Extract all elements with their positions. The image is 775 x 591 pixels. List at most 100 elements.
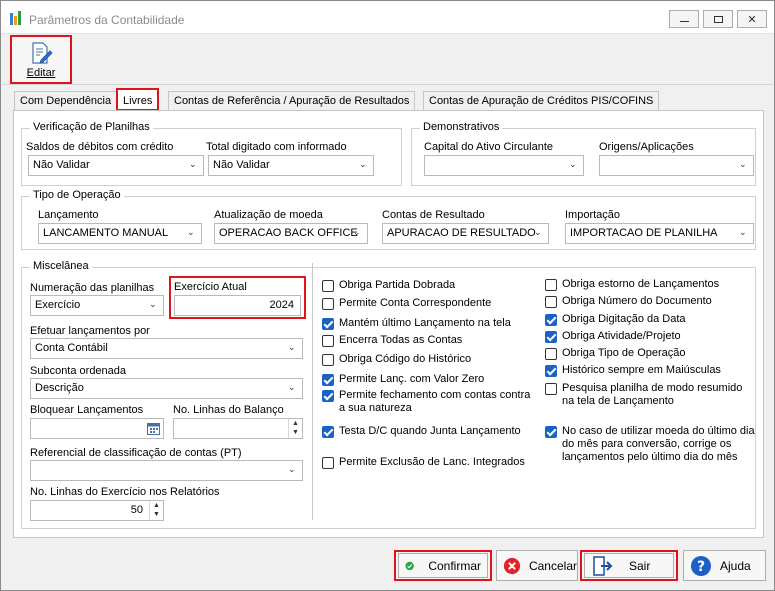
checkbox-icon[interactable] bbox=[545, 296, 557, 308]
chevron-down-icon: ⌄ bbox=[353, 227, 361, 237]
check-obriga-estorno[interactable]: Obriga estorno de Lançamentos bbox=[545, 278, 755, 291]
origens-select[interactable]: ⌄ bbox=[599, 155, 754, 176]
contas-resultado-select[interactable]: APURACAO DE RESULTADO ⌄ bbox=[382, 223, 549, 244]
title-bar: Parâmetros da Contabilidade ✕ bbox=[1, 1, 774, 34]
linhas-exercicio-spinner[interactable]: ▲ ▼ bbox=[149, 501, 163, 520]
checkbox-icon[interactable] bbox=[322, 457, 334, 469]
bloquear-date-input[interactable] bbox=[30, 418, 164, 439]
linhas-exercicio-input[interactable]: 50 ▲ ▼ bbox=[30, 500, 164, 521]
exercicio-label: Exercício Atual bbox=[174, 281, 247, 293]
checkbox-icon[interactable] bbox=[545, 279, 557, 291]
confirmar-button[interactable]: Confirmar bbox=[394, 550, 492, 581]
chevron-down-icon: ⌄ bbox=[739, 227, 747, 237]
subconta-select[interactable]: Descrição ⌄ bbox=[30, 378, 303, 399]
saldos-label: Saldos de débitos com crédito bbox=[26, 141, 174, 153]
checkbox-icon[interactable] bbox=[322, 354, 334, 366]
atualizacao-value: OPERACAO BACK OFFICE bbox=[219, 227, 358, 239]
minimize-icon bbox=[679, 20, 689, 22]
spin-down-icon[interactable]: ▼ bbox=[150, 510, 163, 519]
checkbox-icon[interactable] bbox=[545, 365, 557, 377]
numeracao-select[interactable]: Exercício ⌄ bbox=[30, 295, 164, 316]
check-moeda-ultimo-dia[interactable]: No caso de utilizar moeda do último dia … bbox=[545, 425, 755, 464]
checkbox-icon[interactable] bbox=[322, 426, 334, 438]
checkbox-icon[interactable] bbox=[545, 383, 557, 395]
lancamento-value: LANCAMENTO MANUAL bbox=[43, 227, 169, 239]
atualizacao-select[interactable]: OPERACAO BACK OFFICE ⌄ bbox=[214, 223, 368, 244]
group-verificacao: Verificação de Planilhas Saldos de débit… bbox=[21, 121, 402, 186]
saldos-select[interactable]: Não Validar ⌄ bbox=[28, 155, 204, 176]
ajuda-button[interactable]: ? Ajuda bbox=[683, 550, 766, 581]
check-obriga-codigo-historico[interactable]: Obriga Código do Histórico bbox=[322, 353, 542, 366]
checkbox-icon[interactable] bbox=[545, 426, 557, 438]
calendar-icon[interactable] bbox=[147, 422, 160, 435]
check-testa-dc[interactable]: Testa D/C quando Junta Lançamento bbox=[322, 425, 542, 438]
confirmar-label: Confirmar bbox=[428, 558, 481, 573]
checkbox-icon[interactable] bbox=[545, 331, 557, 343]
contas-resultado-label: Contas de Resultado bbox=[382, 209, 485, 221]
chevron-down-icon: ⌄ bbox=[569, 159, 577, 169]
tab-panel-livres: Verificação de Planilhas Saldos de débit… bbox=[13, 110, 764, 538]
checkbox-icon[interactable] bbox=[545, 348, 557, 360]
referencial-select[interactable]: ⌄ bbox=[30, 460, 303, 481]
group-title-tipo-operacao: Tipo de Operação bbox=[30, 189, 124, 201]
checkbox-icon[interactable] bbox=[322, 374, 334, 386]
check-permite-lanc-valor-zero[interactable]: Permite Lanç. com Valor Zero bbox=[322, 373, 542, 386]
lancamento-select[interactable]: LANCAMENTO MANUAL ⌄ bbox=[38, 223, 202, 244]
checkbox-icon[interactable] bbox=[322, 280, 334, 292]
check-permite-fechamento-contra-natureza[interactable]: Permite fechamento com contas contra a s… bbox=[322, 389, 538, 415]
capital-select[interactable]: ⌄ bbox=[424, 155, 584, 176]
linhas-balanco-input[interactable]: ▲ ▼ bbox=[173, 418, 303, 439]
importacao-value: IMPORTACAO DE PLANILHA bbox=[570, 227, 718, 239]
check-obriga-tipo-operacao[interactable]: Obriga Tipo de Operação bbox=[545, 347, 755, 360]
exercicio-input[interactable]: 2024 bbox=[174, 295, 301, 316]
chevron-down-icon: ⌄ bbox=[288, 342, 296, 352]
efetuar-select[interactable]: Conta Contábil ⌄ bbox=[30, 338, 303, 359]
cancelar-label: Cancelar bbox=[528, 558, 577, 573]
cancelar-button[interactable]: Cancelar bbox=[496, 550, 578, 581]
group-title-demonstrativos: Demonstrativos bbox=[420, 121, 503, 133]
efetuar-label: Efetuar lançamentos por bbox=[30, 325, 150, 337]
referencial-label: Referencial de classificação de contas (… bbox=[30, 447, 242, 459]
checkbox-icon[interactable] bbox=[322, 390, 334, 402]
spin-up-icon[interactable]: ▲ bbox=[150, 501, 163, 510]
numeracao-label: Numeração das planilhas bbox=[30, 282, 155, 294]
tab-contas-apuracao-pis-cofins[interactable]: Contas de Apuração de Créditos PIS/COFIN… bbox=[423, 91, 660, 111]
minimize-button[interactable] bbox=[669, 10, 699, 28]
check-obriga-digitacao-data[interactable]: Obriga Digitação da Data bbox=[545, 313, 755, 326]
tab-contas-referencia[interactable]: Contas de Referência / Apuração de Resul… bbox=[168, 91, 416, 111]
chevron-down-icon: ⌄ bbox=[288, 382, 296, 392]
spin-down-icon[interactable]: ▼ bbox=[289, 428, 302, 437]
total-select[interactable]: Não Validar ⌄ bbox=[208, 155, 374, 176]
sair-button[interactable]: Sair bbox=[580, 550, 678, 581]
group-tipo-operacao: Tipo de Operação Lançamento LANCAMENTO M… bbox=[21, 189, 756, 250]
checkbox-icon[interactable] bbox=[322, 318, 334, 330]
chevron-down-icon: ⌄ bbox=[739, 159, 747, 169]
checkbox-icon[interactable] bbox=[545, 314, 557, 326]
check-obriga-atividade-projeto[interactable]: Obriga Atividade/Projeto bbox=[545, 330, 755, 343]
restore-button[interactable] bbox=[703, 10, 733, 28]
spin-up-icon[interactable]: ▲ bbox=[289, 419, 302, 428]
ajuda-label: Ajuda bbox=[720, 558, 751, 573]
check-historico-maiusculas[interactable]: Histórico sempre em Maiúsculas bbox=[545, 364, 755, 377]
checkbox-icon[interactable] bbox=[322, 335, 334, 347]
chevron-down-icon: ⌄ bbox=[359, 159, 367, 169]
check-mantem-ultimo-lancamento[interactable]: Mantém último Lançamento na tela bbox=[322, 317, 542, 330]
check-obriga-numero-documento[interactable]: Obriga Número do Documento bbox=[545, 295, 755, 308]
checkbox-icon[interactable] bbox=[322, 298, 334, 310]
chevron-down-icon: ⌄ bbox=[189, 159, 197, 169]
close-icon: ✕ bbox=[747, 13, 757, 26]
check-permite-exclusao-lanc-integrados[interactable]: Permite Exclusão de Lanc. Integrados bbox=[322, 456, 542, 469]
cancel-circle-icon bbox=[503, 557, 521, 574]
tab-livres[interactable]: Livres bbox=[116, 88, 160, 111]
check-obriga-partida-dobrada[interactable]: Obriga Partida Dobrada bbox=[322, 279, 542, 292]
tab-com-dependencia[interactable]: Com Dependência bbox=[14, 91, 118, 111]
close-button[interactable]: ✕ bbox=[737, 10, 767, 28]
importacao-select[interactable]: IMPORTACAO DE PLANILHA ⌄ bbox=[565, 223, 754, 244]
importacao-label: Importação bbox=[565, 209, 621, 221]
restore-icon bbox=[713, 15, 723, 23]
check-pesquisa-planilha-resumido[interactable]: Pesquisa planilha de modo resumido na te… bbox=[545, 382, 755, 408]
check-encerra-todas-contas[interactable]: Encerra Todas as Contas bbox=[322, 334, 542, 347]
editar-button[interactable]: Editar bbox=[10, 35, 72, 84]
check-permite-conta-correspondente[interactable]: Permite Conta Correspondente bbox=[322, 297, 542, 310]
linhas-balanco-spinner[interactable]: ▲ ▼ bbox=[288, 419, 302, 438]
